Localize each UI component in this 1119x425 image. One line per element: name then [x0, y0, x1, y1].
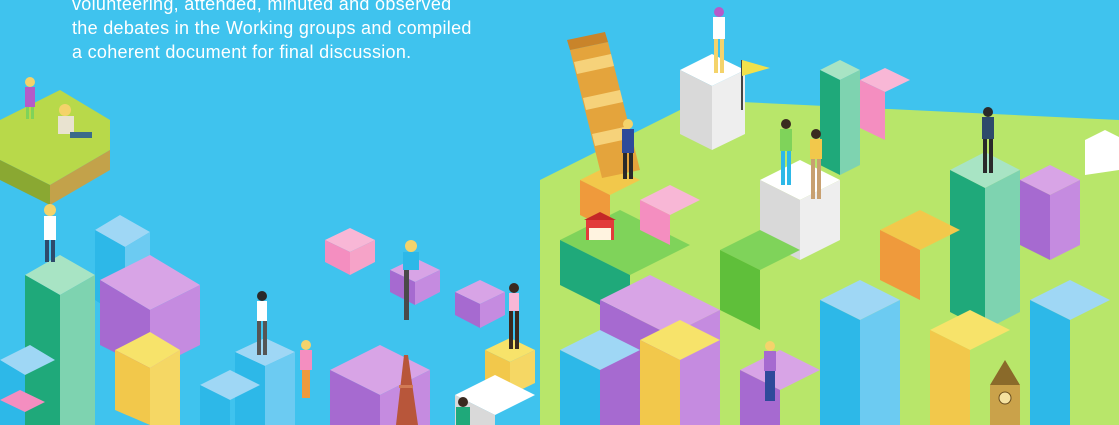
intro-line-3: a coherent document for final discussion… [72, 42, 412, 62]
intro-line-1: volunteering, attended, minuted and obse… [72, 0, 452, 14]
center-block-cluster [200, 228, 535, 425]
person [300, 340, 312, 398]
person [509, 283, 519, 349]
right-block-city [540, 54, 1119, 425]
left-floating-island [0, 90, 110, 205]
intro-line-2: the debates in the Working groups and co… [72, 18, 472, 38]
person [456, 397, 470, 425]
intro-paragraph: volunteering, attended, minuted and obse… [72, 0, 562, 64]
left-block-tower [0, 215, 200, 425]
person [44, 204, 56, 262]
